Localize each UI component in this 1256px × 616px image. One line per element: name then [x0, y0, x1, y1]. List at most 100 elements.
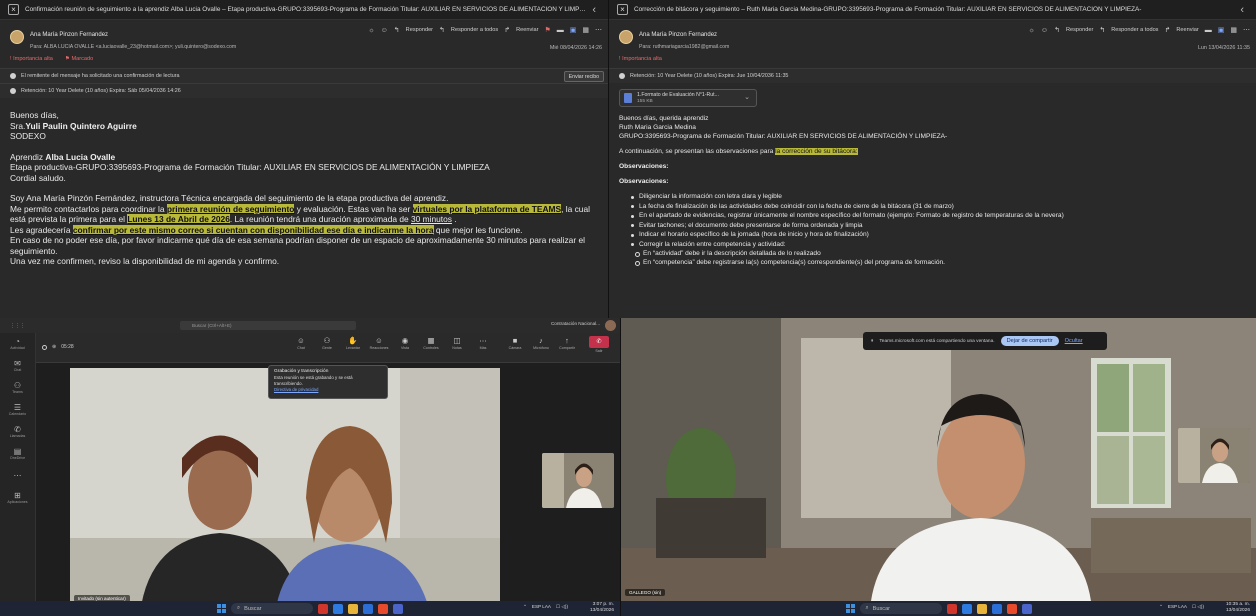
sun-icon[interactable]: ☼ [1029, 27, 1035, 34]
app-icon-edge[interactable] [333, 603, 343, 614]
tray-clock[interactable]: 3:07 p. m. 13/04/2026 [590, 602, 614, 614]
emoji-icon[interactable]: ☺ [381, 27, 388, 34]
app-icon-folder[interactable] [976, 603, 987, 614]
grid-icon[interactable]: ▦ [1230, 26, 1237, 34]
tag-icon[interactable]: ▣ [570, 26, 577, 34]
app-icon-red[interactable] [946, 603, 957, 614]
sender-name[interactable]: Ana María Pinzon Fernandez [639, 32, 717, 38]
more-icon[interactable]: ⋯ [595, 26, 602, 34]
taskbar-search[interactable]: ⌕ Buscar [231, 603, 313, 614]
app-icon-edge[interactable] [961, 603, 972, 614]
call-control-2[interactable]: ✋ Levantar [340, 336, 366, 351]
call-control-label: Micrófono [533, 346, 549, 350]
hide-link[interactable]: Ocultar [1065, 338, 1083, 344]
forward-button[interactable]: Reenviar [1176, 27, 1198, 33]
app-icon-teams[interactable] [393, 603, 403, 614]
forward-icon: ↱ [504, 27, 511, 34]
taskbar-search[interactable]: ⌕ Buscar [859, 603, 942, 614]
email-date: Mié 08/04/2026 14:26 [549, 45, 602, 51]
reply-button[interactable]: Responder [406, 27, 433, 33]
app-icon-teams[interactable] [1021, 603, 1032, 614]
attachment-card[interactable]: 1.Formato de Evaluación N°1-Rut... 155 K… [619, 89, 757, 107]
rail-icon: ◔ [15, 336, 20, 346]
rail-icon: ✆ [14, 424, 21, 434]
app-icon-store[interactable] [363, 603, 373, 614]
emoji-icon[interactable]: ☺ [1041, 27, 1048, 34]
call-control-3[interactable]: ☺ Reacciones [366, 336, 392, 351]
call-control-4[interactable]: ◉ Vista [392, 336, 418, 351]
call-control-0[interactable]: ☺ Chat [288, 336, 314, 351]
close-icon[interactable]: × [617, 4, 628, 15]
privacy-link[interactable]: Directiva de privacidad [274, 387, 382, 393]
chevron-left-icon[interactable]: ‹ [1240, 4, 1244, 16]
call-control-label: Vista [401, 346, 409, 350]
leave-call[interactable]: ✆ Salir [586, 336, 612, 354]
rail-item[interactable]: ⚇ Teams [0, 377, 35, 399]
reply-icon: ↰ [393, 27, 400, 34]
tray-icons[interactable]: ⌃ ESP LAA ☐ ◁)) [523, 604, 568, 610]
reply-all-button[interactable]: Responder a todos [1111, 27, 1158, 33]
self-view-video[interactable] [1178, 428, 1250, 483]
windows-start-icon[interactable] [845, 604, 855, 613]
stop-sharing-button[interactable]: Dejar de compartir [1000, 336, 1059, 346]
rail-item[interactable]: ☰ Calendario [0, 399, 35, 421]
call-control-8[interactable]: ■ Cámara [502, 336, 528, 351]
call-control-9[interactable]: ♪ Micrófono [528, 336, 554, 351]
more-icon[interactable]: ⋯ [1243, 26, 1250, 34]
email-header: Ana María Pinzon Fernandez Para: ALBA LU… [0, 20, 608, 68]
grid-icon[interactable]: ▦ [582, 26, 589, 34]
call-control-5[interactable]: ▦ Controles [418, 336, 444, 351]
tray-icons[interactable]: ⌃ ESP LAA ☐ ◁)) [1159, 604, 1204, 610]
reply-all-icon: ↰ [439, 27, 445, 34]
call-control-7[interactable]: ⋯ Más [470, 336, 496, 351]
reply-all-button[interactable]: Responder a todos [451, 27, 498, 33]
rail-item[interactable]: ⋯ [0, 465, 35, 487]
call-control-icon: ⋯ [479, 336, 487, 345]
call-control-icon: ✋ [348, 336, 358, 345]
teams-search-input[interactable]: Buscar (Ctrl+Alt+E) [180, 321, 356, 330]
recipients: Para: ALBA LUCIA OVALLE <a.luciaovalle_2… [30, 44, 237, 50]
email-toolbar: ☼ ☺ ↰ Responder ↰ Responder a todos ↱ Reenv… [368, 26, 602, 35]
retention-icon [619, 73, 625, 79]
leave-call-button[interactable]: ✆ [589, 336, 609, 348]
sender-name[interactable]: Ana María Pinzon Fernandez [30, 32, 108, 38]
app-icon-folder[interactable] [348, 603, 358, 614]
close-icon[interactable]: × [8, 4, 19, 15]
sun-icon[interactable]: ☼ [368, 27, 374, 34]
rail-item[interactable]: ✆ Llamadas [0, 421, 35, 443]
rail-item[interactable]: ▤ OneDrive [0, 443, 35, 465]
self-view-video[interactable] [542, 453, 614, 508]
app-icon-store[interactable] [991, 603, 1002, 614]
windows-start-icon[interactable] [217, 604, 226, 613]
rail-item[interactable]: ✉ Chat [0, 355, 35, 377]
forward-button[interactable]: Reenviar [516, 27, 538, 33]
rail-item[interactable]: ⊞ Aplicaciones [0, 487, 35, 509]
flag-label: ⚑ Marcado [64, 56, 94, 62]
call-control-6[interactable]: ◫ Notas [444, 336, 470, 351]
mail-icon[interactable]: ▬ [557, 27, 564, 34]
app-icon-red[interactable] [318, 603, 328, 614]
call-control-1[interactable]: ⚇ Gente [314, 336, 340, 351]
send-receipt-button[interactable]: Enviar recibo [563, 71, 604, 82]
email-header: Ana María Pinzon Fernandez Para: ruthmar… [609, 20, 1256, 68]
org-switcher[interactable]: Contratación Nacional... [551, 321, 600, 326]
flag-icon[interactable]: ⚑ [544, 26, 550, 34]
info-icon [10, 73, 16, 79]
participant-video [621, 318, 1256, 601]
chevron-left-icon[interactable]: ‹ [592, 4, 596, 16]
retention-bar: Retención: 10 Year Delete (10 años) Expi… [0, 83, 608, 98]
rail-label: OneDrive [9, 455, 26, 460]
reply-button[interactable]: Responder [1066, 27, 1093, 33]
rail-item[interactable]: ◔ Actividad [0, 333, 35, 355]
app-icon-office[interactable] [378, 603, 388, 614]
avatar[interactable] [605, 320, 616, 331]
chevron-down-icon[interactable]: ⌄ [744, 93, 750, 101]
recipients: Para: ruthmariagarcia1982@gmail.com [639, 44, 730, 50]
call-control-10[interactable]: ↑ Compartir [554, 336, 580, 351]
waffle-icon[interactable]: ⋮⋮⋮ [10, 323, 25, 329]
tag-icon[interactable]: ▣ [1218, 26, 1225, 34]
call-control-label: Notas [452, 346, 462, 350]
app-icon-office[interactable] [1006, 603, 1017, 614]
tray-clock[interactable]: 10:35 a. m. 13/04/2026 [1226, 602, 1250, 614]
mail-icon[interactable]: ▬ [1205, 27, 1212, 34]
